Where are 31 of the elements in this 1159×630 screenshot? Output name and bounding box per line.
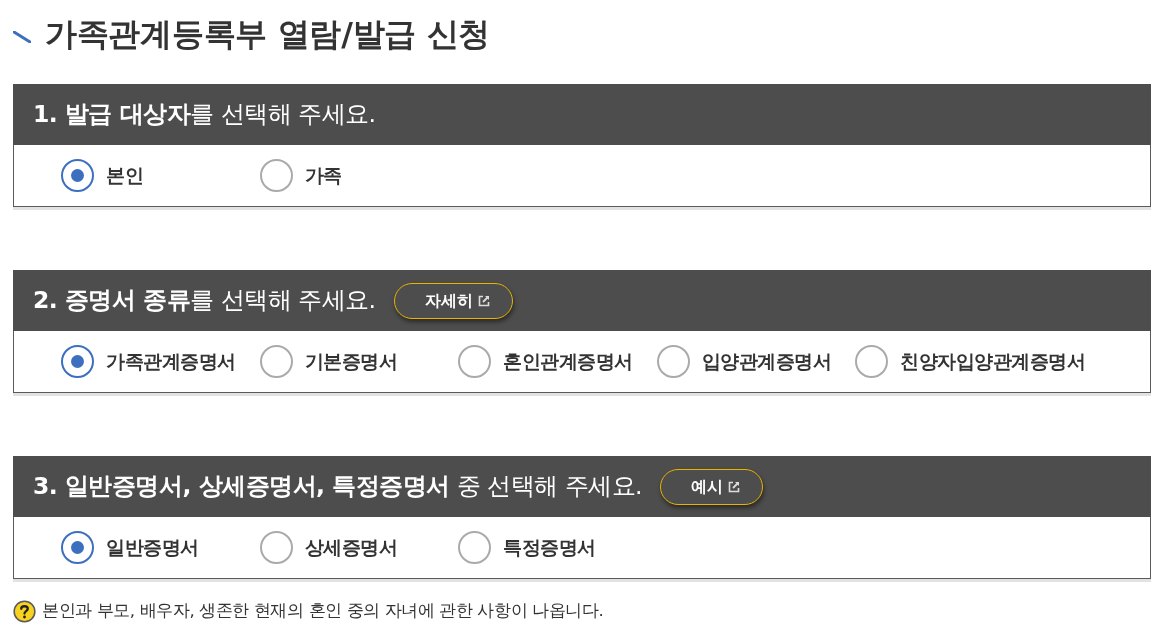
radio-button[interactable] xyxy=(61,159,94,192)
radio-label[interactable]: 친양자입양관계증명서 xyxy=(900,347,1085,376)
radio-label[interactable]: 입양관계증명서 xyxy=(701,347,831,376)
page-title: 가족관계등록부 열람/발급 신청 xyxy=(45,14,491,54)
radio-button[interactable] xyxy=(61,531,94,564)
radio-label[interactable]: 본인 xyxy=(106,161,143,190)
details-button[interactable]: 자세히 xyxy=(393,282,513,319)
section-heading: 3. 일반증명서, 상세증명서, 특정증명서 중 선택해 주세요. xyxy=(33,470,643,502)
external-link-icon xyxy=(477,294,490,307)
radio-button[interactable] xyxy=(458,531,491,564)
diagonal-line-icon xyxy=(13,31,31,43)
help-text: 본인과 부모, 배우자, 생존한 현재의 혼인 중의 자녀에 관한 사항이 나옵니다. xyxy=(42,600,604,622)
radio-button[interactable] xyxy=(259,345,293,378)
radio-label[interactable]: 특정증명서 xyxy=(503,533,596,562)
radio-button[interactable] xyxy=(656,345,690,378)
external-link-icon xyxy=(728,480,741,493)
radio-button[interactable] xyxy=(458,345,491,378)
radio-button[interactable] xyxy=(61,345,94,378)
radio-label[interactable]: 일반증명서 xyxy=(106,533,199,562)
question-mark-icon xyxy=(13,599,36,623)
radio-label[interactable]: 혼인관계증명서 xyxy=(503,347,633,376)
radio-label[interactable]: 가족관계증명서 xyxy=(106,347,236,376)
radio-label[interactable]: 가족 xyxy=(304,161,342,190)
section-heading: 1. 발급 대상자를 선택해 주세요. xyxy=(33,98,376,130)
example-button[interactable]: 예시 xyxy=(660,468,764,505)
radio-label[interactable]: 상세증명서 xyxy=(304,533,397,562)
radio-button[interactable] xyxy=(259,159,293,192)
section-heading: 2. 증명서 종류를 선택해 주세요. xyxy=(33,284,376,316)
radio-button[interactable] xyxy=(855,345,888,378)
radio-button[interactable] xyxy=(259,531,293,564)
radio-label[interactable]: 기본증명서 xyxy=(304,347,397,376)
